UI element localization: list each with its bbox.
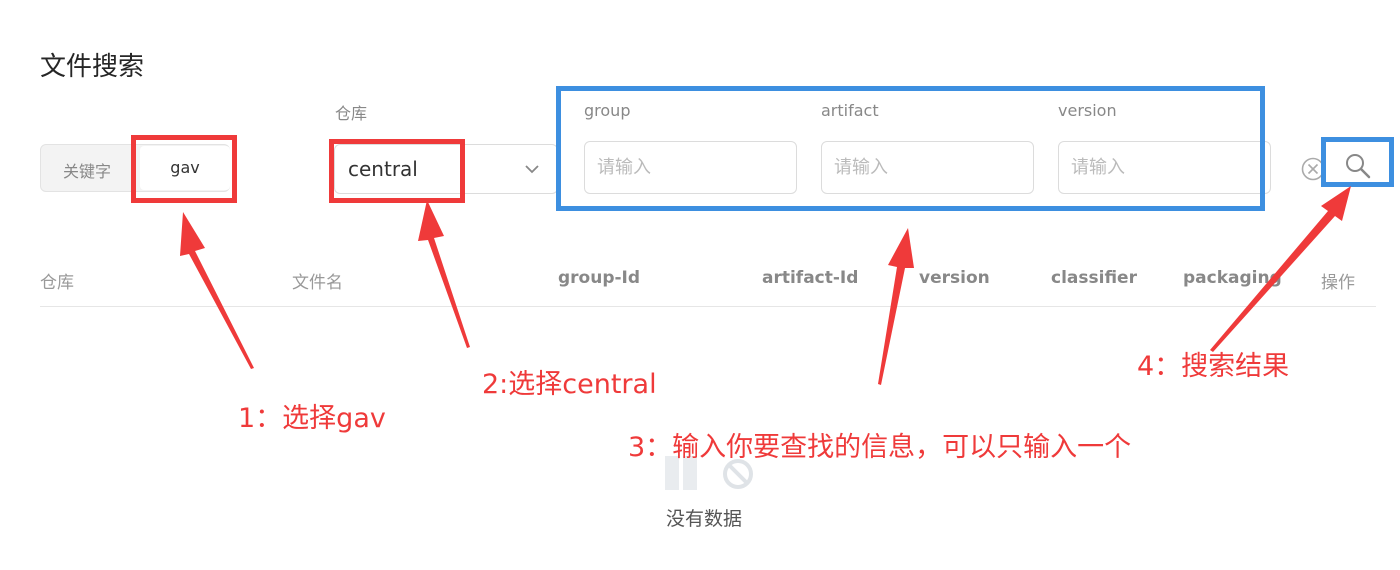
arrow-3: [878, 228, 914, 385]
arrow-1: [180, 212, 254, 369]
arrow-2: [418, 200, 470, 348]
annotation-arrows: [180, 186, 1351, 385]
annotation-step-2: 2:选择central: [482, 369, 657, 400]
annotation-step-1: 1：选择gav: [238, 403, 386, 434]
arrow-4: [1210, 186, 1351, 352]
annotation-step-3: 3：输入你要查找的信息，可以只输入一个: [628, 432, 1132, 463]
annotation-step-4: 4：搜索结果: [1137, 351, 1290, 382]
